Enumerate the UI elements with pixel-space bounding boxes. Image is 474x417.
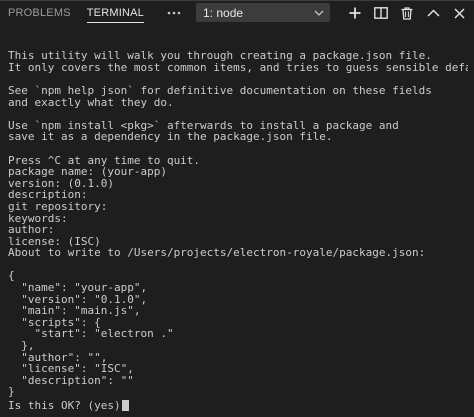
plus-icon[interactable] <box>342 1 368 25</box>
terminal-prompt-line: Is this OK? (yes) <box>8 400 129 412</box>
split-terminal-icon[interactable] <box>368 1 394 25</box>
close-icon[interactable] <box>446 1 472 25</box>
terminal-cursor <box>121 400 129 412</box>
terminal-line: "name": "your-app", <box>8 281 148 295</box>
terminal-selector-value: 1: node <box>203 5 244 20</box>
terminal-line: keywords: <box>8 211 68 225</box>
terminal-line: "start": "electron ." <box>8 327 174 341</box>
terminal-prompt: Is this OK? (yes) <box>8 399 121 412</box>
terminal-lines: This utility will walk you through creat… <box>8 50 468 398</box>
terminal-line: save it as a dependency in the package.j… <box>8 130 333 144</box>
terminal-actions <box>342 1 472 25</box>
terminal-line: About to write to /Users/projects/electr… <box>8 246 426 260</box>
terminal-line: and exactly what they do. <box>8 95 174 109</box>
terminal-line: It only covers the most common items, an… <box>8 60 468 74</box>
terminal-line: See `npm help json` for definitive docum… <box>8 83 432 97</box>
tab-terminal[interactable]: TERMINAL <box>79 1 152 25</box>
terminal-panel: PROBLEMS TERMINAL 1: node This utility w… <box>0 0 474 417</box>
terminal-output[interactable]: This utility will walk you through creat… <box>8 27 468 413</box>
terminal-line: git repository: <box>8 199 108 213</box>
terminal-line: "description": "" <box>8 373 134 387</box>
terminal-selector[interactable]: 1: node <box>196 3 330 22</box>
trash-icon[interactable] <box>394 1 420 25</box>
chevron-down-icon <box>313 7 325 19</box>
tab-problems[interactable]: PROBLEMS <box>0 1 79 25</box>
terminal-line: } <box>8 385 15 399</box>
terminal-line: author: <box>8 223 55 237</box>
chevron-up-icon[interactable] <box>420 1 446 25</box>
more-horizontal-icon[interactable] <box>162 1 186 25</box>
terminal-line: }, <box>8 339 35 353</box>
terminal-line: package name: (your-app) <box>8 165 167 179</box>
